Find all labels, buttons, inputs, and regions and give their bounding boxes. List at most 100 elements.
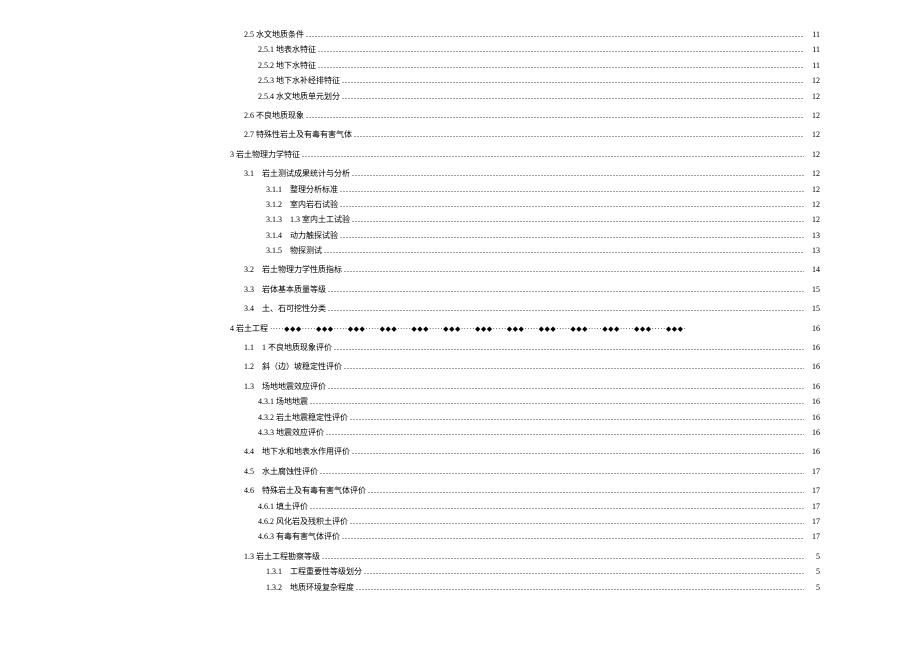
toc-page: 13: [806, 246, 820, 256]
toc-page: 16: [806, 324, 820, 334]
toc-row: 1.1 1 不良地质现象评价 16: [230, 343, 820, 353]
dot-leader: [344, 362, 804, 372]
toc-label: 3.1.2 室内岩石试验: [266, 200, 338, 210]
dot-leader: [306, 111, 804, 121]
toc-label: 4.3.1 场地地震: [258, 397, 308, 407]
toc-label: 1.3.2 地质环境复杂程度: [266, 583, 354, 593]
toc-row: 4.6.1 填土评价 17: [230, 502, 820, 512]
toc-row: 1.3.2 地质环境复杂程度5: [230, 583, 820, 593]
dot-leader: [342, 92, 804, 102]
dot-leader: [352, 169, 804, 179]
toc-row: 4.4 地下水和地表水作用评价 16: [230, 447, 820, 457]
toc-label: 4.6.1 填土评价: [258, 502, 308, 512]
toc-label: 3.1 岩土测试成果统计与分析: [244, 169, 350, 179]
toc-row: 4.6.2 风化岩及残积土评价 17: [230, 517, 820, 527]
dot-leader: [306, 30, 804, 40]
toc-label: 3.1.5 物探测试: [266, 246, 322, 256]
toc-page: 16: [806, 343, 820, 353]
dot-leader: [340, 231, 804, 241]
toc-row: 3.1 岩土测试成果统计与分析12: [230, 169, 820, 179]
toc-row: 1.2 斜（边）坡稳定性评价 16: [230, 362, 820, 372]
toc-row: 3.1.4 动力触探试验13: [230, 231, 820, 241]
toc-page: 17: [806, 502, 820, 512]
toc-row: 4.3.1 场地地震 16: [230, 397, 820, 407]
dot-leader: [328, 304, 804, 314]
toc-page: 12: [806, 130, 820, 140]
toc-label: 1.2 斜（边）坡稳定性评价: [244, 362, 342, 372]
dot-leader: [356, 583, 804, 593]
toc-page: 17: [806, 486, 820, 496]
table-of-contents: 2.5 水文地质条件 11 2.5.1 地表水特征11 2.5.2 地下水特征11 2.…: [230, 30, 820, 593]
toc-page: 16: [806, 397, 820, 407]
dot-leader: [352, 215, 804, 225]
toc-row: 2.5.4 水文地质单元划分12: [230, 92, 820, 102]
dot-leader: [328, 285, 804, 295]
toc-page: 5: [806, 567, 820, 577]
dot-leader: [324, 246, 804, 256]
toc-row: 2.5.2 地下水特征11: [230, 61, 820, 71]
toc-label: 1.3 岩土工程勘察等级: [244, 552, 320, 562]
toc-row: 1.3 场地地震效应评价16: [230, 382, 820, 392]
dot-leader: [310, 502, 804, 512]
toc-page: 15: [806, 285, 820, 295]
dot-leader: [344, 265, 804, 275]
toc-row: 2.5.1 地表水特征11: [230, 45, 820, 55]
toc-label: 2.6 不良地质现象: [244, 111, 304, 121]
dot-leader: [322, 552, 804, 562]
dot-leader: [328, 382, 804, 392]
dot-leader: [350, 413, 804, 423]
toc-page: 12: [806, 92, 820, 102]
toc-row: 3.4 土、石可挖性分类15: [230, 304, 820, 314]
dot-leader: [342, 532, 804, 542]
toc-label: 4.5 水土腐蚀性评价: [244, 467, 318, 477]
dot-leader: [352, 447, 804, 457]
dot-leader: [340, 200, 804, 210]
toc-page: 11: [806, 30, 820, 40]
toc-page: 15: [806, 304, 820, 314]
toc-page: 17: [806, 517, 820, 527]
toc-row: 4.6 特殊岩土及有毒有害气体评价17: [230, 486, 820, 496]
toc-label: 4.6.2 风化岩及残积土评价: [258, 517, 348, 527]
toc-row: 1.3.1 工程重要性等级划分 5: [230, 567, 820, 577]
toc-row: 3.1.1 整理分析标准 12: [230, 185, 820, 195]
toc-page: 16: [806, 447, 820, 457]
dot-leader: [310, 397, 804, 407]
toc-label: 1.3 场地地震效应评价: [244, 382, 326, 392]
toc-label: 3.1.1 整理分析标准: [266, 185, 338, 195]
toc-page: 12: [806, 111, 820, 121]
dot-leader: [302, 150, 804, 160]
toc-row: 4.3.3 地震效应评价16: [230, 428, 820, 438]
toc-page: 12: [806, 185, 820, 195]
toc-row: 2.5.3 地下水补经排特征12: [230, 76, 820, 86]
toc-page: 16: [806, 428, 820, 438]
toc-label: 4.6.3 有毒有害气体评价: [258, 532, 340, 542]
toc-label: 4.4 地下水和地表水作用评价: [244, 447, 350, 457]
toc-page: 12: [806, 215, 820, 225]
toc-row: 4.3.2 岩土地震稳定性评价16: [230, 413, 820, 423]
toc-label: 1.1 1 不良地质现象评价: [244, 343, 332, 353]
toc-label: 2.5.3 地下水补经排特征: [258, 76, 340, 86]
toc-row: 3.1.2 室内岩石试验 12: [230, 200, 820, 210]
toc-row: 4.6.3 有毒有害气体评价17: [230, 532, 820, 542]
toc-row: 3.1.3 1.3 室内土工试验 12: [230, 215, 820, 225]
toc-label: 1.3.1 工程重要性等级划分: [266, 567, 362, 577]
dot-leader: [318, 45, 804, 55]
toc-page: 14: [806, 265, 820, 275]
toc-label: 4.3.2 岩土地震稳定性评价: [258, 413, 348, 423]
dot-leader: [340, 185, 804, 195]
dot-leader: [326, 428, 804, 438]
toc-page: 5: [806, 552, 820, 562]
toc-label: 2.5.1 地表水特征: [258, 45, 316, 55]
toc-label: 3.1.3 1.3 室内土工试验: [266, 215, 350, 225]
dot-leader: [320, 467, 804, 477]
toc-page: 17: [806, 467, 820, 477]
dot-leader: [342, 76, 804, 86]
toc-label: 4 岩土工程: [230, 324, 268, 334]
toc-page: 16: [806, 362, 820, 372]
toc-row: 2.5 水文地质条件 11: [230, 30, 820, 40]
toc-label: 3.2 岩土物理力学性质指标: [244, 265, 342, 275]
dot-leader: [318, 61, 804, 71]
toc-row: 1.3 岩土工程勘察等级 5: [230, 552, 820, 562]
toc-page: 12: [806, 200, 820, 210]
toc-label: 2.5 水文地质条件: [244, 30, 304, 40]
